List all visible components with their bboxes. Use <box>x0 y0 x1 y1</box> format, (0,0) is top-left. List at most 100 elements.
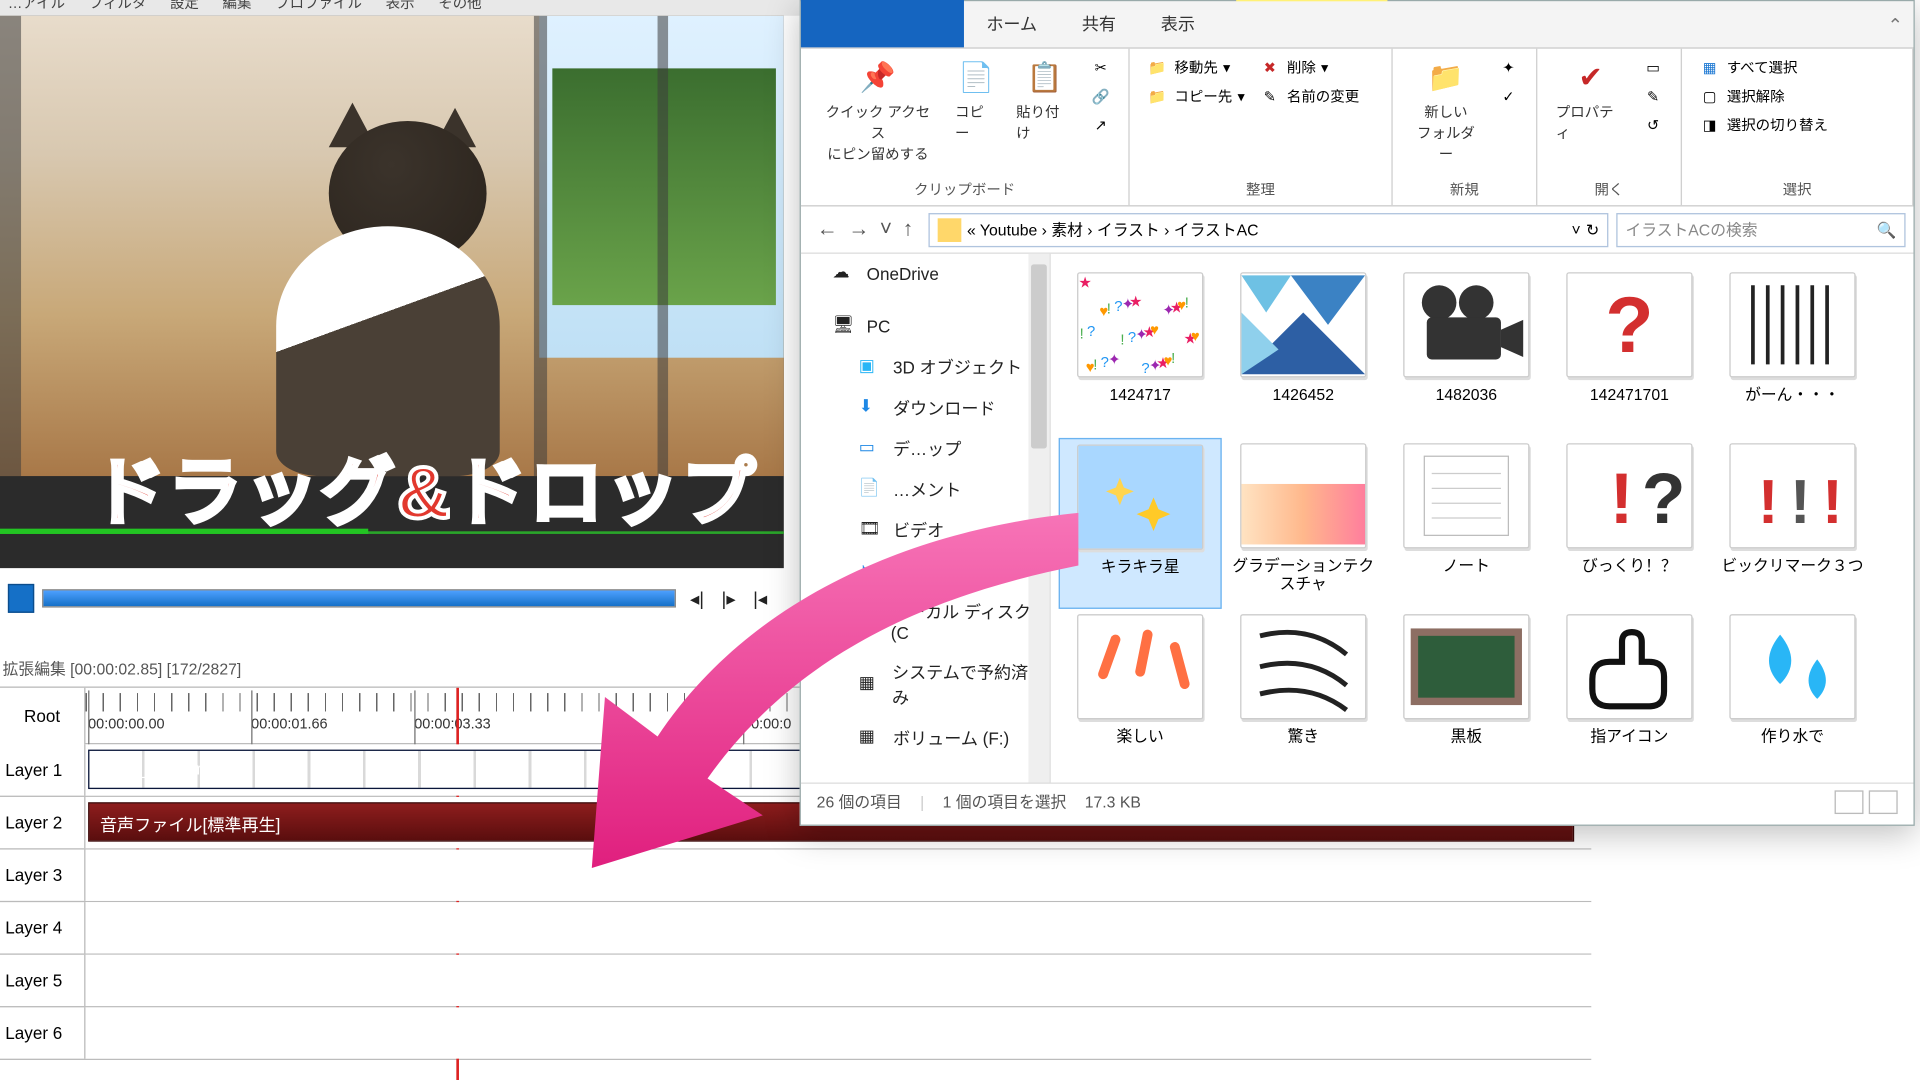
file-item[interactable]: ? 142471701 <box>1548 267 1711 438</box>
file-item[interactable]: !!! ビックリマーク３つ <box>1711 438 1874 609</box>
delete-button[interactable]: ✖削除 ▾ <box>1253 54 1365 80</box>
copy-button[interactable]: 📄 コピー <box>947 54 1006 149</box>
nav-downloads[interactable]: ⬇ダウンロード <box>801 387 1050 428</box>
open-icon: ▭ <box>1641 57 1665 78</box>
menu-item[interactable]: フィルタ <box>89 0 147 8</box>
nav-scrollbar[interactable] <box>1028 254 1049 783</box>
select-none-button[interactable]: ▢選択解除 <box>1693 83 1834 109</box>
refresh-icon[interactable]: ↻ <box>1586 220 1599 238</box>
tab-view[interactable]: 表示 <box>1138 0 1217 47</box>
explorer-tabs[interactable]: ファイル ホーム 共有 表示 ⌃ <box>801 1 1914 48</box>
file-item[interactable]: がーん・・・ <box>1711 267 1874 438</box>
goto-start-icon[interactable]: |◂ <box>744 584 776 613</box>
breadcrumb[interactable]: « Youtube › 素材 › イラスト › イラストAC <box>967 218 1258 240</box>
ribbon: 📌 クイック アクセス にピン留めする 📄 コピー 📋 貼り付け ✂ 🔗 ↗ ク <box>801 49 1914 207</box>
layer-track-5[interactable] <box>85 955 1591 1006</box>
nav-videos[interactable]: 🎞ビデオ <box>801 509 1050 550</box>
paste-button[interactable]: 📋 貼り付け <box>1008 54 1081 149</box>
chevron-down-icon[interactable]: ˅ <box>1571 220 1580 238</box>
menu-item[interactable]: その他 <box>438 0 481 8</box>
move-to-button[interactable]: 📁移動先 ▾ <box>1140 54 1250 80</box>
layer-label[interactable]: Layer 2 <box>0 797 85 848</box>
file-item[interactable]: 黒板 <box>1385 609 1548 780</box>
file-item[interactable]: 指アイコン <box>1548 609 1711 780</box>
address-bar-row: ← → ˅ ↑ « Youtube › 素材 › イラスト › イラストAC ˅… <box>801 206 1914 253</box>
menu-item[interactable]: …アイル <box>8 0 65 8</box>
open-button[interactable]: ▭ <box>1636 54 1670 80</box>
file-item[interactable]: !? びっくり！？ <box>1548 438 1711 609</box>
properties-button[interactable]: ✔ プロパティ <box>1548 54 1633 149</box>
address-bar[interactable]: « Youtube › 素材 › イラスト › イラストAC ˅ ↻ <box>929 212 1608 246</box>
search-input[interactable]: イラストACの検索 🔍 <box>1616 212 1905 246</box>
nav-back-icon[interactable]: ← <box>817 218 838 242</box>
seek-thumb[interactable] <box>8 584 34 613</box>
tab-file[interactable]: ファイル <box>801 0 964 47</box>
menu-item[interactable]: 表示 <box>386 0 415 8</box>
easy-access-button[interactable]: ✓ <box>1491 83 1525 109</box>
scissors-icon: ✂ <box>1089 57 1113 78</box>
navigation-pane[interactable]: ☁OneDrive 🖥PC ▣3D オブジェクト ⬇ダウンロード ▭デ…ップ 📄… <box>801 254 1051 783</box>
file-item[interactable]: 楽しい <box>1059 609 1222 780</box>
desktop-icon: ▭ <box>859 436 883 460</box>
file-item[interactable]: キラキラ星 <box>1059 438 1222 609</box>
preview-subject-cat <box>237 95 539 476</box>
layer-track-6[interactable] <box>85 1007 1591 1058</box>
tab-share[interactable]: 共有 <box>1059 0 1138 47</box>
copy-path-button[interactable]: 🔗 <box>1084 83 1118 109</box>
file-item[interactable]: ノート <box>1385 438 1548 609</box>
step-fwd-icon[interactable]: |▸ <box>713 584 745 613</box>
nav-3d-objects[interactable]: ▣3D オブジェクト <box>801 346 1050 387</box>
menu-item[interactable]: プロファイル <box>275 0 362 8</box>
file-thumbnail <box>1240 272 1366 377</box>
view-details-icon[interactable] <box>1835 790 1864 814</box>
ribbon-collapse-icon[interactable]: ⌃ <box>1888 14 1903 36</box>
file-item[interactable]: 作り水で <box>1711 609 1874 780</box>
new-folder-button[interactable]: 📁 新しい フォルダー <box>1403 54 1488 170</box>
layer-label[interactable]: Layer 4 <box>0 902 85 953</box>
file-name: 1426452 <box>1273 385 1334 404</box>
file-item[interactable]: グラデーションテクスチャ <box>1222 438 1385 609</box>
layer-label[interactable]: Layer 3 <box>0 850 85 901</box>
edit-button[interactable]: ✎ <box>1636 83 1670 109</box>
menu-item[interactable]: 編集 <box>223 0 252 8</box>
nav-onedrive[interactable]: ☁OneDrive <box>801 254 1050 293</box>
layer-track-4[interactable] <box>85 902 1591 953</box>
seek-track[interactable] <box>42 589 676 607</box>
history-icon: ↺ <box>1641 114 1665 135</box>
menu-item[interactable]: 設定 <box>170 0 199 8</box>
copy-to-button[interactable]: 📁コピー先 ▾ <box>1140 83 1250 109</box>
history-button[interactable]: ↺ <box>1636 112 1670 138</box>
pin-quick-access-button[interactable]: 📌 クイック アクセス にピン留めする <box>811 54 944 170</box>
step-back-icon[interactable]: ◂| <box>681 584 713 613</box>
new-item-button[interactable]: ✦ <box>1491 54 1525 80</box>
nav-documents[interactable]: 📄…メント <box>801 468 1050 509</box>
file-list[interactable]: ★♥!?✦★♥!?✦★♥!?✦★♥!?✦★♥!?✦★♥! 1424717 142… <box>1051 254 1914 783</box>
layer-label[interactable]: Layer 6 <box>0 1007 85 1058</box>
nav-system-reserved[interactable]: ▦システムで予約済み <box>801 651 1050 717</box>
rename-button[interactable]: ✎名前の変更 <box>1253 83 1365 109</box>
seek-bar[interactable]: ◂| |▸ |◂ <box>8 579 776 618</box>
file-item[interactable]: ★♥!?✦★♥!?✦★♥!?✦★♥!?✦★♥!?✦★♥! 1424717 <box>1059 267 1222 438</box>
view-thumbnails-icon[interactable] <box>1869 790 1898 814</box>
cut-button[interactable]: ✂ <box>1084 54 1118 80</box>
nav-forward-icon[interactable]: → <box>848 218 869 242</box>
timeline-root-button[interactable]: Root <box>0 688 85 745</box>
file-item[interactable]: 1426452 <box>1222 267 1385 438</box>
file-item[interactable]: 1482036 <box>1385 267 1548 438</box>
tab-home[interactable]: ホーム <box>964 0 1060 47</box>
nav-recent-icon[interactable]: ˅ <box>880 218 892 242</box>
nav-local-disk-c[interactable]: ▦ローカル ディスク (C <box>801 590 1050 650</box>
easy-access-icon: ✓ <box>1497 85 1521 106</box>
layer-label[interactable]: Layer 1 <box>0 744 85 795</box>
layer-label[interactable]: Layer 5 <box>0 955 85 1006</box>
nav-music[interactable]: ♪ミュージック <box>801 550 1050 591</box>
invert-selection-button[interactable]: ◨選択の切り替え <box>1693 112 1834 138</box>
nav-up-icon[interactable]: ↑ <box>903 218 914 242</box>
nav-desktop[interactable]: ▭デ…ップ <box>801 427 1050 468</box>
nav-pc[interactable]: 🖥PC <box>801 306 1050 345</box>
layer-track-3[interactable] <box>85 850 1591 901</box>
file-item[interactable]: 驚き <box>1222 609 1385 780</box>
select-all-button[interactable]: ▦すべて選択 <box>1693 54 1834 80</box>
nav-volume-f[interactable]: ▦ボリューム (F:) <box>801 717 1050 758</box>
paste-shortcut-button[interactable]: ↗ <box>1084 112 1118 138</box>
